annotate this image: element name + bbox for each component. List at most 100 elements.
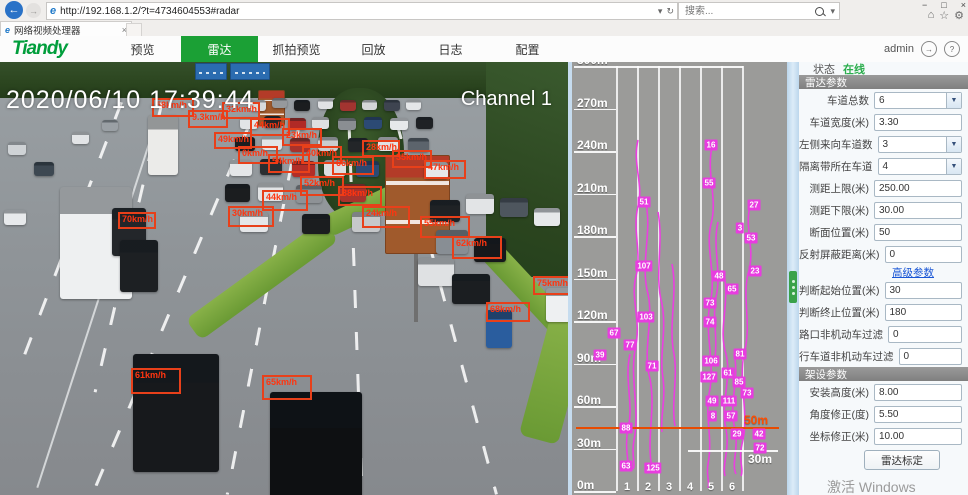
chevron-down-icon[interactable]: ▼ bbox=[946, 159, 961, 174]
browser-forward-button[interactable]: → bbox=[26, 3, 41, 18]
chevron-down-icon[interactable]: ▼ bbox=[946, 137, 961, 152]
search-input[interactable] bbox=[683, 5, 813, 18]
direction-sign bbox=[230, 63, 270, 80]
vehicle bbox=[225, 184, 250, 202]
param-label: 车道宽度(米) bbox=[799, 115, 869, 130]
radar-panel: 300m270m240m210m180m150m120m90m60m30m0m5… bbox=[572, 62, 787, 495]
track-id-label: 27 bbox=[748, 200, 761, 211]
browser-back-button[interactable]: ← bbox=[5, 1, 23, 19]
param-value: 5.50 bbox=[875, 409, 961, 420]
track-id-label: 8 bbox=[709, 411, 717, 422]
param-select[interactable]: 3▼ bbox=[878, 136, 963, 153]
vehicle bbox=[272, 98, 287, 108]
vehicle bbox=[390, 118, 408, 130]
param-input[interactable]: 3.30 bbox=[874, 114, 962, 131]
vehicle bbox=[294, 100, 310, 111]
vehicle bbox=[416, 117, 433, 129]
param-label: 判断终止位置(米) bbox=[799, 305, 880, 320]
detection-box: 68km/h bbox=[486, 302, 530, 322]
browser-tab[interactable]: e 网络视频处理器 × bbox=[0, 21, 132, 37]
param-input[interactable]: 10.00 bbox=[874, 428, 962, 445]
vehicle bbox=[120, 240, 158, 292]
video-feed: 58km/h9.3km/h32km/h44km/h49km/h23km/h0km… bbox=[0, 62, 568, 495]
search-icon[interactable] bbox=[815, 7, 824, 16]
param-input[interactable]: 30 bbox=[885, 282, 963, 299]
track-id-label: 77 bbox=[624, 340, 637, 351]
param-input[interactable]: 0 bbox=[885, 246, 963, 263]
vehicle bbox=[8, 142, 26, 155]
nav-item-抓拍预览[interactable]: 抓拍预览 bbox=[258, 36, 335, 62]
nav-item-雷达[interactable]: 雷达 bbox=[181, 36, 258, 62]
vehicle bbox=[534, 208, 560, 226]
param-input[interactable]: 50 bbox=[874, 224, 962, 241]
param-label: 车道总数 bbox=[799, 93, 869, 108]
url-text[interactable]: http://192.168.1.2/?t=4734604553#radar bbox=[60, 6, 654, 17]
param-label: 角度修正(度) bbox=[799, 407, 869, 422]
vehicle bbox=[148, 115, 178, 175]
address-bar[interactable]: e http://192.168.1.2/?t=4734604553#radar… bbox=[46, 2, 678, 20]
windows-watermark: 激活 Windows 转到"设置"以激活 Windows。 bbox=[799, 477, 968, 495]
detection-box: 62km/h bbox=[452, 236, 502, 259]
track-id-label: 51 bbox=[638, 197, 651, 208]
ie-icon: e bbox=[50, 5, 56, 17]
search-box[interactable]: ▾ bbox=[678, 2, 840, 20]
param-value: 0 bbox=[900, 351, 962, 362]
hedge-right bbox=[519, 309, 568, 445]
param-select[interactable]: 4▼ bbox=[878, 158, 963, 175]
param-value: 4 bbox=[879, 161, 947, 172]
param-row: 测距下限(米)30.00 bbox=[799, 199, 968, 221]
param-row: 坐标修正(米) 10.00 bbox=[799, 425, 968, 447]
param-label: 判断起始位置(米) bbox=[799, 283, 880, 298]
nav-item-配置[interactable]: 配置 bbox=[489, 36, 566, 62]
track-id-label: 85 bbox=[733, 377, 746, 388]
param-label: 坐标修正(米) bbox=[799, 429, 869, 444]
detection-box: 65km/h bbox=[262, 375, 312, 400]
search-dropdown-icon[interactable]: ▾ bbox=[830, 6, 835, 17]
param-row: 左侧来向车道数 3▼ bbox=[799, 133, 968, 155]
nav-item-日志[interactable]: 日志 bbox=[412, 36, 489, 62]
track-id-label: 73 bbox=[704, 298, 717, 309]
section-position-line bbox=[576, 427, 779, 429]
param-label: 隔离带所在车道 bbox=[799, 159, 873, 174]
param-row: 断面位置(米)50 bbox=[799, 221, 968, 243]
track-id-label: 111 bbox=[721, 396, 737, 407]
param-row: 测距上限(米)250.00 bbox=[799, 177, 968, 199]
param-value: 0 bbox=[889, 329, 961, 340]
new-tab-button[interactable] bbox=[126, 23, 142, 37]
radar-lane-number: 3 bbox=[661, 481, 677, 493]
radar-calibration-button[interactable]: 雷达标定 bbox=[864, 450, 940, 470]
param-input[interactable]: 250.00 bbox=[874, 180, 962, 197]
param-select[interactable]: 6▼ bbox=[874, 92, 962, 109]
param-input[interactable]: 8.00 bbox=[874, 384, 962, 401]
help-icon[interactable]: ? bbox=[944, 41, 960, 57]
advanced-params-link[interactable]: 高级参数 bbox=[892, 265, 934, 280]
param-input[interactable]: 180 bbox=[885, 304, 963, 321]
vehicle bbox=[466, 194, 494, 214]
param-row: 路口非机动车过滤 0 bbox=[799, 323, 968, 345]
param-sections: 雷达参数车道总数6▼车道宽度(米)3.30左侧来向车道数3▼隔离带所在车道4▼测… bbox=[799, 75, 968, 473]
param-input[interactable]: 30.00 bbox=[874, 202, 962, 219]
param-label: 左侧来向车道数 bbox=[799, 137, 873, 152]
radar-lane-number: 2 bbox=[640, 481, 656, 493]
param-value: 10.00 bbox=[875, 431, 961, 442]
param-input[interactable]: 0 bbox=[899, 348, 963, 365]
vehicle bbox=[4, 210, 26, 225]
minimize-button[interactable]: − bbox=[922, 0, 927, 10]
detection-box: 47km/h bbox=[424, 160, 466, 179]
logout-icon[interactable]: → bbox=[921, 41, 937, 57]
track-id-label: 23 bbox=[749, 266, 762, 277]
param-input[interactable]: 5.50 bbox=[874, 406, 962, 423]
refresh-icon[interactable]: ↻ bbox=[666, 6, 674, 17]
splitter-grip[interactable] bbox=[789, 271, 797, 303]
nav-item-回放[interactable]: 回放 bbox=[335, 36, 412, 62]
chevron-down-icon[interactable]: ▼ bbox=[946, 93, 961, 108]
watermark-line1: 激活 Windows bbox=[827, 477, 968, 495]
channel-label: Channel 1 bbox=[461, 88, 552, 111]
nav-item-预览[interactable]: 预览 bbox=[104, 36, 181, 62]
detection-box: 55km/h bbox=[420, 216, 470, 238]
browser-toolbar: ← → e http://192.168.1.2/?t=4734604553#r… bbox=[0, 0, 968, 21]
param-label: 路口非机动车过滤 bbox=[799, 327, 883, 342]
param-label: 安装高度(米) bbox=[799, 385, 869, 400]
param-input[interactable]: 0 bbox=[888, 326, 962, 343]
autocomplete-dropdown-icon[interactable]: ▾ bbox=[658, 6, 663, 17]
